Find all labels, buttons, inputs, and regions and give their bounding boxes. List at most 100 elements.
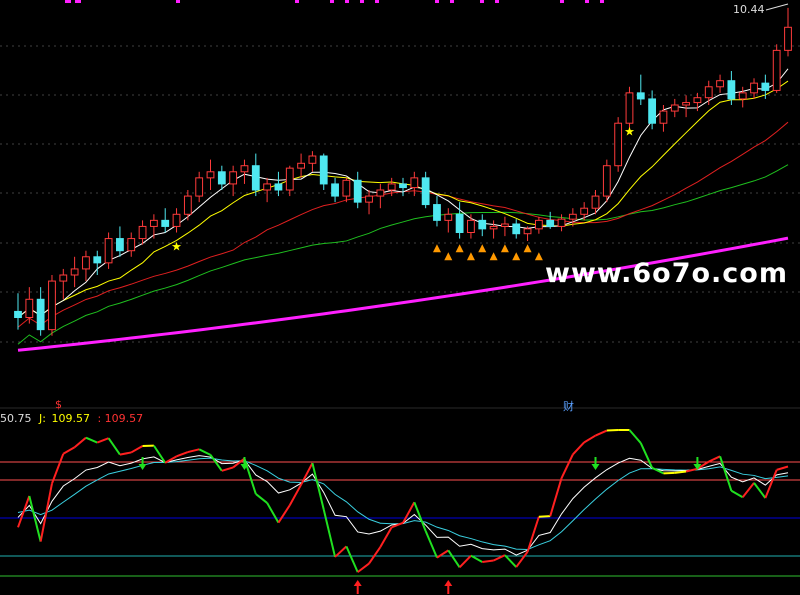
kdj-j-segment (345, 545, 359, 573)
candle-up (387, 183, 396, 191)
candle-up (444, 213, 453, 221)
kdj-j-segment (288, 484, 302, 506)
candle-down (93, 256, 102, 264)
candle-up (625, 92, 634, 124)
watermark-text: www.6o7o.com (545, 258, 788, 289)
candle-up (263, 183, 272, 191)
candle-down (274, 183, 283, 191)
kdj-j-segment (538, 515, 551, 518)
kdj-j-segment (595, 429, 608, 437)
candle-up (229, 171, 238, 185)
kdj-d-line (17, 457, 789, 550)
triangle-signal-icon (432, 244, 441, 253)
kdj-j-segment (482, 559, 494, 563)
candle-up (410, 177, 419, 189)
candle-up (70, 268, 79, 276)
kdj-j-segment (549, 477, 563, 517)
kdj-j-segment (583, 434, 597, 444)
candle-down (478, 219, 487, 230)
candle-up (195, 177, 204, 197)
kdj-j-segment (447, 549, 461, 568)
candle-up (59, 274, 68, 282)
candle-down (14, 310, 22, 318)
event-tick (65, 0, 71, 3)
event-tick (585, 0, 589, 3)
triangle-signal-icon (455, 244, 464, 253)
candle-down (636, 92, 645, 100)
candle-up (183, 195, 192, 215)
kdj-j-segment (311, 462, 325, 510)
candle-up (580, 207, 589, 215)
kdj-j-segment (730, 489, 744, 499)
event-tick (176, 0, 180, 3)
kdj-j-segment (560, 453, 574, 479)
kdj-j-segment (255, 493, 268, 504)
candle-up (670, 104, 679, 112)
candle-up (172, 213, 181, 227)
candle-up (48, 280, 56, 331)
indicator-a-value: 50.75 (0, 412, 32, 425)
candle-up (149, 219, 158, 227)
candle-down (761, 82, 770, 91)
kdj-j-segment (107, 437, 121, 456)
triangle-signal-icon (466, 252, 475, 261)
price-pointer-line (765, 3, 789, 11)
ma60-line (17, 236, 789, 352)
triangle-signal-icon (489, 252, 498, 261)
kdj-j-segment (322, 509, 337, 558)
star-signal-icon: ★ (171, 240, 182, 254)
kdj-j-segment (708, 455, 721, 463)
candle-down (331, 183, 339, 197)
candle-down (648, 98, 657, 124)
kdj-j-segment (334, 545, 348, 558)
candle-up (127, 238, 136, 252)
candle-up (82, 256, 90, 270)
candle-up (602, 165, 611, 197)
kdj-j-segment (119, 451, 132, 456)
candle-down (455, 213, 464, 234)
candle-up (738, 92, 747, 100)
candle-up (591, 195, 600, 209)
candle-up (308, 155, 317, 164)
indicator-r-value: : 109.57 (97, 412, 144, 425)
event-marker-dollar[interactable]: $ (55, 398, 62, 411)
kdj-j-segment (28, 495, 42, 542)
candle-up (467, 219, 475, 234)
kdj-j-segment (176, 451, 189, 458)
kdj-j-segment (357, 562, 370, 573)
candle-down (36, 298, 45, 331)
event-marker-finance[interactable]: 财 (563, 398, 574, 414)
candle-down (116, 238, 124, 252)
chart-grid (0, 0, 800, 409)
candle-down (546, 219, 555, 227)
kdj-j-segment (368, 546, 382, 565)
candle-up (704, 86, 713, 99)
kdj-j-segment (572, 441, 585, 456)
candle-down (217, 171, 226, 185)
event-tick (435, 0, 439, 3)
kdj-j-segment (504, 554, 517, 568)
candle-up (376, 189, 385, 197)
candle-up (240, 165, 249, 173)
kdj-j-segment (221, 466, 234, 472)
candle-up (25, 298, 34, 318)
candle-up (206, 171, 215, 179)
candle-up (750, 82, 758, 94)
triangle-signal-icon (512, 252, 521, 261)
kdj-j-segment (62, 446, 76, 455)
candle-down (161, 219, 170, 227)
ma20-line (17, 121, 789, 328)
kdj-indicator (0, 429, 800, 594)
candle-up (772, 49, 781, 91)
event-tick (330, 0, 334, 3)
event-tick (480, 0, 484, 3)
candle-up (285, 167, 294, 191)
kdj-j-segment (526, 516, 540, 553)
candle-up (342, 179, 351, 197)
triangle-signal-icon (444, 252, 453, 261)
candle-up (659, 110, 668, 124)
kdj-j-segment (741, 482, 755, 498)
candle-up (568, 213, 577, 220)
triangle-signal-icon (523, 244, 532, 253)
candle-up (557, 218, 566, 227)
